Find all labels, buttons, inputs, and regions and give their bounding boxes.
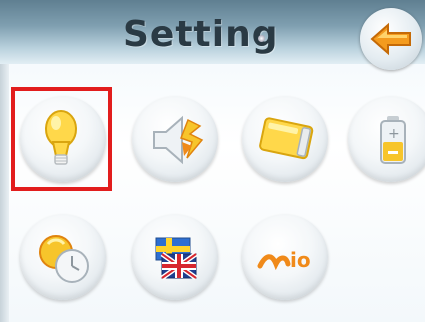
settings-grid: + io <box>0 0 425 322</box>
brightness-tile[interactable] <box>20 96 106 182</box>
settings-screen: Setting + io <box>0 0 425 322</box>
clock-tile[interactable] <box>20 214 106 300</box>
volume-speaker-icon <box>153 115 204 165</box>
battery-icon: + <box>380 116 406 164</box>
calibration-tile[interactable] <box>242 96 328 182</box>
language-tile[interactable] <box>132 214 218 300</box>
date-time-clock-icon <box>39 235 89 283</box>
about-tile[interactable]: io <box>242 214 328 300</box>
touch-calibration-card-icon <box>259 117 314 160</box>
language-flags-icon <box>155 237 198 281</box>
volume-tile[interactable] <box>132 96 218 182</box>
svg-text:+: + <box>388 126 400 142</box>
battery-tile[interactable]: + <box>348 96 425 182</box>
mio-logo-text: io <box>290 248 311 272</box>
about-mio-logo-icon: io <box>257 248 311 272</box>
brightness-bulb-icon <box>45 110 77 165</box>
